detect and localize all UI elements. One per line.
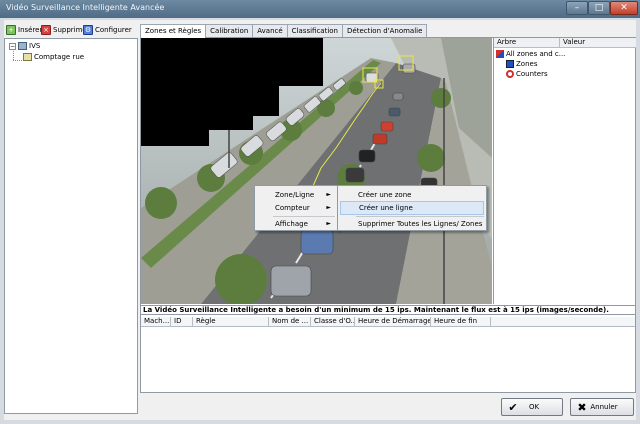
cancel-button[interactable]: ✖ Annuler: [570, 398, 634, 416]
configure-label: Configurer: [95, 26, 132, 34]
context-menu: Zone/Ligne ► Compteur ► Affichage ►: [254, 185, 338, 231]
street-camera-image: [141, 38, 492, 304]
menu-item-label: Compteur: [275, 204, 310, 212]
col-id[interactable]: ID: [171, 317, 193, 326]
col-rule[interactable]: Règle: [193, 317, 269, 326]
configure-icon: ⚙: [83, 25, 93, 35]
tree-item-comptage-rue-label: Comptage rue: [34, 53, 85, 61]
col-header-value[interactable]: Valeur: [560, 38, 636, 47]
tree-connector: [13, 60, 22, 61]
tab-classification[interactable]: Classification: [286, 24, 343, 37]
col-name[interactable]: Nom de ...: [269, 317, 311, 326]
submenu-arrow-icon: ►: [326, 204, 331, 211]
property-grid-header: Arbre Valeur: [494, 38, 636, 48]
submenu-arrow-icon: ►: [326, 191, 331, 198]
property-row-zones[interactable]: Zones: [506, 60, 537, 68]
close-button[interactable]: ✕: [610, 1, 638, 15]
tab-detection-anomalie[interactable]: Détection d'Anomalie: [342, 24, 428, 37]
video-feed[interactable]: [141, 38, 492, 304]
ok-button[interactable]: ✔ OK: [501, 398, 563, 416]
title-bar[interactable]: Vidéo Surveillance Intelligente Avancée …: [0, 0, 640, 18]
cross-icon: ✖: [577, 400, 587, 414]
property-label: Counters: [516, 70, 548, 78]
property-row-counters[interactable]: Counters: [506, 70, 548, 78]
col-header-tree[interactable]: Arbre: [494, 38, 560, 47]
collapse-icon[interactable]: −: [9, 42, 16, 50]
tab-avance[interactable]: Avancé: [252, 24, 288, 37]
col-end-time[interactable]: Heure de fin: [431, 317, 491, 326]
events-table-header: Mach... ID Règle Nom de ... Classe d'O..…: [141, 317, 635, 327]
tree-item-ivs[interactable]: − IVS: [9, 42, 40, 50]
submenu-arrow-icon: ►: [326, 220, 331, 227]
menu-item-zone-ligne[interactable]: Zone/Ligne ►: [257, 188, 335, 202]
col-object-class[interactable]: Classe d'O...: [311, 317, 355, 326]
insert-label: Insérer: [18, 26, 43, 34]
insert-icon: +: [6, 25, 16, 35]
menu-item-compteur[interactable]: Compteur ►: [257, 201, 335, 215]
checkmark-icon: ✔: [508, 400, 518, 414]
submenu: Créer une zone Créer une ligne Supprimer…: [337, 185, 487, 231]
menu-item-supprimer-toutes[interactable]: Supprimer Toutes les Lignes/ Zones: [340, 217, 484, 231]
insert-button[interactable]: + Insérer: [6, 24, 42, 36]
delete-icon: ×: [41, 25, 51, 35]
menu-item-affichage[interactable]: Affichage ►: [257, 217, 335, 231]
configure-button[interactable]: ⚙ Configurer: [83, 24, 132, 36]
col-start-time[interactable]: Heure de Démarrage: [355, 317, 431, 326]
maximize-button[interactable]: □: [588, 1, 610, 15]
tree-toolbar: + Insérer × Supprimer ⚙ Configurer: [4, 22, 138, 38]
menu-item-label: Zone/Ligne: [275, 191, 315, 199]
tree-item-ivs-label: IVS: [29, 42, 41, 50]
ivs-tree: − IVS Comptage rue: [4, 38, 138, 414]
all-zones-icon: [496, 50, 504, 58]
menu-item-creer-ligne[interactable]: Créer une ligne: [340, 201, 484, 215]
minimize-button[interactable]: –: [566, 1, 588, 15]
menu-item-label: Affichage: [275, 220, 308, 228]
ok-label: OK: [528, 403, 540, 411]
property-label: All zones and c...: [506, 50, 566, 58]
menu-item-creer-zone[interactable]: Créer une zone: [340, 188, 484, 202]
property-grid: Arbre Valeur All zones and c... Zones Co…: [493, 38, 636, 304]
counters-icon: [506, 70, 514, 78]
tab-calibration[interactable]: Calibration: [205, 24, 254, 37]
col-machine[interactable]: Mach...: [141, 317, 171, 326]
zones-icon: [506, 60, 514, 68]
property-label: Zones: [516, 60, 538, 68]
window-title: Vidéo Surveillance Intelligente Avancée: [6, 3, 165, 12]
tab-zones-et-regles[interactable]: Zones et Règles: [140, 24, 207, 38]
property-row-all-zones[interactable]: All zones and c...: [496, 50, 565, 58]
tree-connector: [13, 51, 14, 60]
cancel-label: Annuler: [590, 403, 618, 411]
tab-bar: Zones et Règles Calibration Avancé Class…: [140, 24, 428, 38]
client-area: + Insérer × Supprimer ⚙ Configurer − IVS: [4, 20, 636, 420]
counting-rule-icon: [23, 53, 32, 61]
tree-item-comptage-rue[interactable]: Comptage rue: [23, 53, 84, 61]
main-window: Vidéo Surveillance Intelligente Avancée …: [0, 0, 640, 424]
camera-group-icon: [18, 42, 27, 50]
fps-info-message: La Vidéo Surveillance Intelligente a bes…: [141, 305, 635, 315]
